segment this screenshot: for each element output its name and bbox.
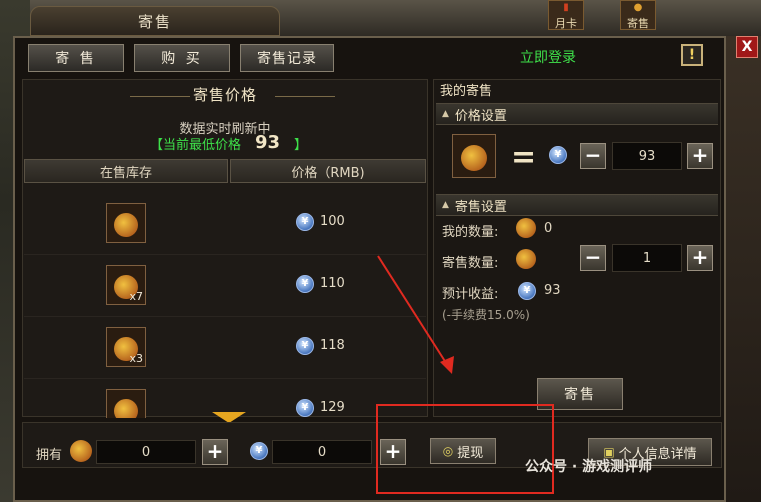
tab-buy[interactable]: 购 买 (134, 44, 230, 72)
my-quantity-value: 0 (544, 221, 553, 236)
quantity-plus-button[interactable]: + (687, 245, 713, 271)
rmb-coin-icon: ¥ (296, 213, 314, 231)
lowest-price-value: 93 (255, 132, 281, 153)
own-label: 拥有 (36, 448, 63, 463)
my-consign-title: 我的寄售 (440, 84, 493, 99)
close-button[interactable]: X (736, 36, 758, 58)
money-bag-icon: x3 (106, 327, 146, 367)
owned-coin-count: 0 (272, 440, 372, 464)
price-settings-header: ▲ 价格设置 (436, 103, 718, 125)
annotation-highlight-box (376, 404, 554, 494)
game-background-right (726, 36, 761, 502)
rmb-coin-icon: ¥ (250, 442, 268, 460)
column-price: 价格（RMB) (230, 159, 426, 183)
watermark: 公众号 · 游戏测评师 (525, 459, 653, 475)
triangle-icon: ▲ (442, 109, 449, 119)
listing-price: 110 (320, 276, 345, 291)
lowest-price-bracket: 】 (294, 138, 308, 153)
money-bag-icon: x7 (106, 265, 146, 305)
rmb-coin-icon: ¥ (549, 146, 567, 164)
lowest-price-label: 【当前最低价格 (150, 138, 242, 153)
owned-item-count: 0 (96, 440, 196, 464)
tab-consign-records[interactable]: 寄售记录 (240, 44, 334, 72)
month-card-button[interactable]: ▮ 月卡 (548, 0, 584, 30)
money-bag-icon (452, 134, 496, 178)
money-bag-icon (106, 389, 146, 418)
money-bag-icon (516, 218, 536, 238)
consign-hud-button[interactable]: ● 寄售 (620, 0, 656, 30)
sale-settings-header: ▲ 寄售设置 (436, 194, 718, 216)
help-button[interactable]: ! (681, 44, 703, 66)
income-value: 93 (544, 283, 561, 298)
triangle-icon: ▲ (442, 200, 449, 210)
login-link[interactable]: 立即登录 (520, 47, 576, 67)
bag-icon: ● (633, 2, 643, 13)
annotation-arrow (377, 255, 454, 374)
my-quantity-label: 我的数量: (442, 225, 499, 240)
listing-price: 100 (320, 214, 345, 229)
window-title: 寄售 (137, 12, 172, 31)
money-bag-icon (516, 249, 536, 269)
price-input[interactable]: 93 (612, 142, 682, 170)
rmb-coin-icon: ¥ (296, 275, 314, 293)
listing-row[interactable]: x7 ¥ 110 (24, 254, 426, 317)
stack-quantity: x3 (129, 352, 143, 365)
price-plus-button[interactable]: + (687, 143, 713, 169)
price-heading: 寄售价格 (192, 86, 257, 104)
listing-row[interactable]: ¥ 100 (24, 192, 426, 255)
quantity-input[interactable]: 1 (612, 244, 682, 272)
listing-price: 118 (320, 338, 345, 353)
stack-quantity: x7 (129, 290, 143, 303)
equals-sign: = (511, 140, 537, 175)
money-bag-icon (70, 440, 92, 462)
rmb-coin-icon: ¥ (518, 282, 536, 300)
column-stock: 在售库存 (24, 159, 228, 183)
money-bag-icon (106, 203, 146, 243)
card-icon: ▮ (563, 2, 569, 13)
window-title-bar: 寄售 (30, 6, 280, 36)
quantity-minus-button[interactable]: − (580, 245, 606, 271)
rmb-coin-icon: ¥ (296, 399, 314, 417)
listing-price: 129 (320, 400, 345, 415)
add-item-button[interactable]: + (202, 439, 228, 465)
price-minus-button[interactable]: − (580, 143, 606, 169)
listing-row[interactable]: x3 ¥ 118 (24, 316, 426, 379)
rmb-coin-icon: ¥ (296, 337, 314, 355)
tab-consign[interactable]: 寄 售 (28, 44, 124, 72)
